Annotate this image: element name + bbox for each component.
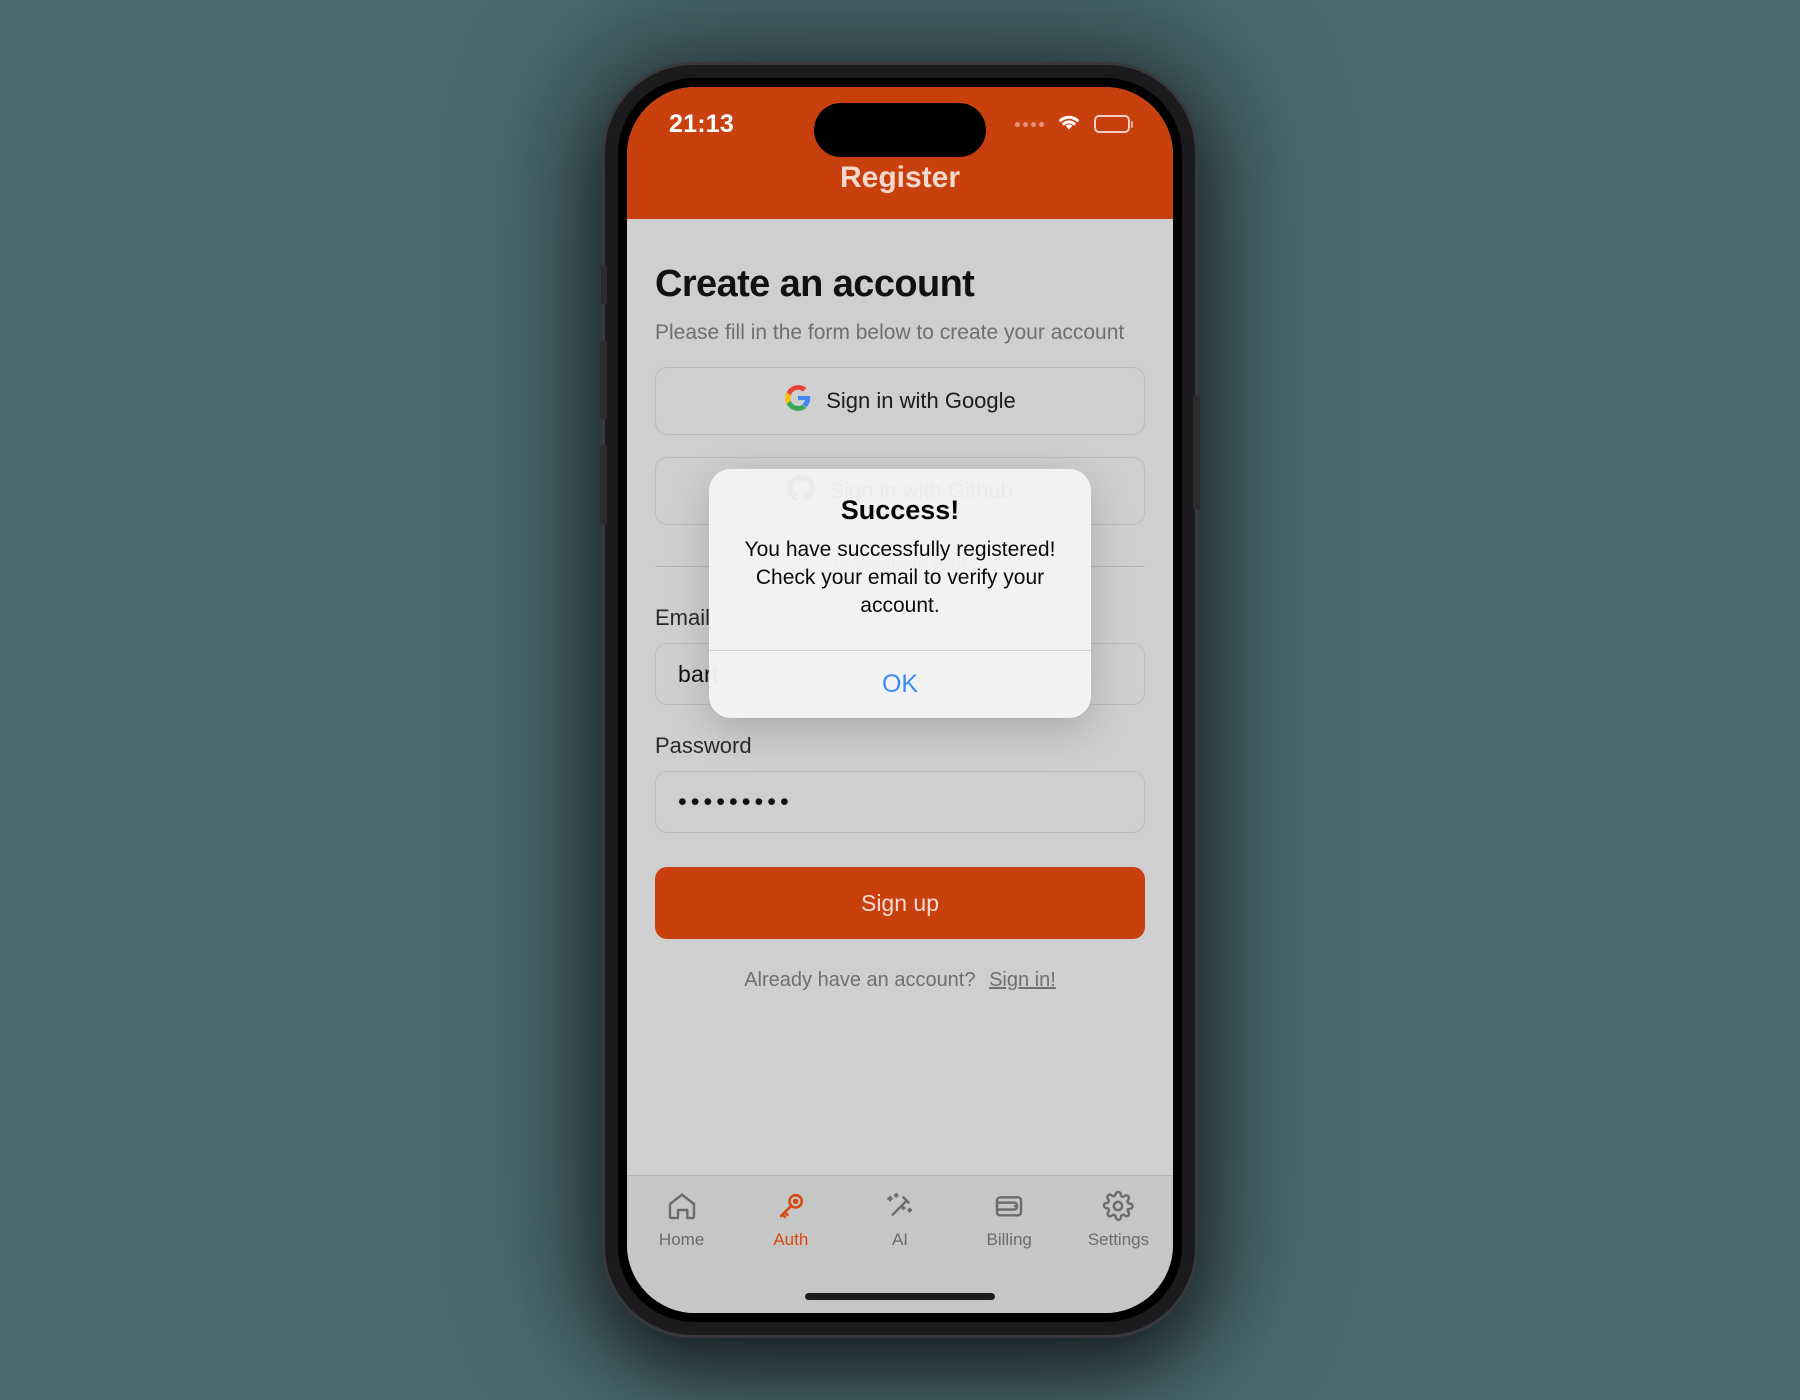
- tab-auth-label: Auth: [773, 1230, 809, 1249]
- sign-in-with-google-label: Sign in with Google: [826, 388, 1016, 413]
- alert-body: Success! You have successfully registere…: [709, 469, 1091, 650]
- status-bar: 21:13: [627, 101, 1173, 157]
- sign-in-link[interactable]: Sign in!: [989, 969, 1056, 991]
- gear-icon: [1102, 1190, 1135, 1222]
- tab-ai-label: AI: [891, 1230, 909, 1249]
- alert-ok-button[interactable]: OK: [709, 649, 1091, 718]
- sign-in-with-google-button[interactable]: Sign in with Google: [655, 367, 1145, 435]
- tab-home[interactable]: Home: [627, 1190, 736, 1250]
- alert-title: Success!: [840, 495, 960, 525]
- tab-settings[interactable]: Settings: [1064, 1190, 1173, 1250]
- wifi-icon: [1055, 111, 1083, 137]
- phone-screen: 21:13 Register Create an account Please …: [627, 87, 1173, 1313]
- volume-down-button[interactable]: [600, 445, 607, 525]
- app-header: 21:13 Register: [627, 87, 1173, 219]
- signal-dots-icon: [1015, 121, 1044, 127]
- status-bar-indicators: [1015, 111, 1133, 137]
- status-bar-time: 21:13: [669, 109, 734, 138]
- alert-message: You have successfully registered! Check …: [744, 538, 1056, 617]
- wallet-icon: [993, 1190, 1025, 1222]
- dynamic-island: [814, 103, 986, 157]
- success-alert-dialog: Success! You have successfully registere…: [709, 469, 1091, 718]
- phone-frame: 21:13 Register Create an account Please …: [600, 65, 1200, 1335]
- battery-icon: [1094, 115, 1133, 133]
- volume-up-button[interactable]: [600, 340, 607, 420]
- sign-in-prompt-text: Already have an account?: [744, 969, 976, 991]
- mute-switch[interactable]: [601, 265, 607, 305]
- page-subtitle: Please fill in the form below to create …: [655, 321, 1125, 344]
- google-icon: [784, 384, 812, 418]
- page-title-header: Register: [839, 161, 961, 194]
- home-icon: [666, 1190, 698, 1222]
- magic-wand-icon: [884, 1190, 916, 1222]
- home-indicator[interactable]: [805, 1292, 995, 1300]
- tab-settings-label: Settings: [1087, 1230, 1150, 1249]
- page-title: Create an account: [655, 263, 975, 305]
- tab-ai[interactable]: AI: [845, 1190, 954, 1250]
- home-indicator-area: [627, 1279, 1173, 1313]
- password-input[interactable]: •••••••••: [655, 771, 1145, 833]
- tab-home-label: Home: [658, 1230, 705, 1249]
- tab-billing[interactable]: Billing: [955, 1190, 1064, 1250]
- sign-in-prompt: Already have an account? Sign in!: [655, 969, 1145, 992]
- sign-up-button[interactable]: Sign up: [655, 867, 1145, 939]
- tab-auth[interactable]: Auth: [736, 1190, 845, 1250]
- main-content: Create an account Please fill in the for…: [627, 219, 1173, 1175]
- tab-billing-label: Billing: [986, 1230, 1032, 1249]
- key-icon: [775, 1190, 807, 1222]
- phone-bezel: 21:13 Register Create an account Please …: [618, 78, 1182, 1322]
- password-label: Password: [655, 733, 752, 758]
- power-button[interactable]: [1193, 395, 1200, 510]
- bottom-tab-bar: Home Auth AI Billing Settings: [627, 1175, 1173, 1279]
